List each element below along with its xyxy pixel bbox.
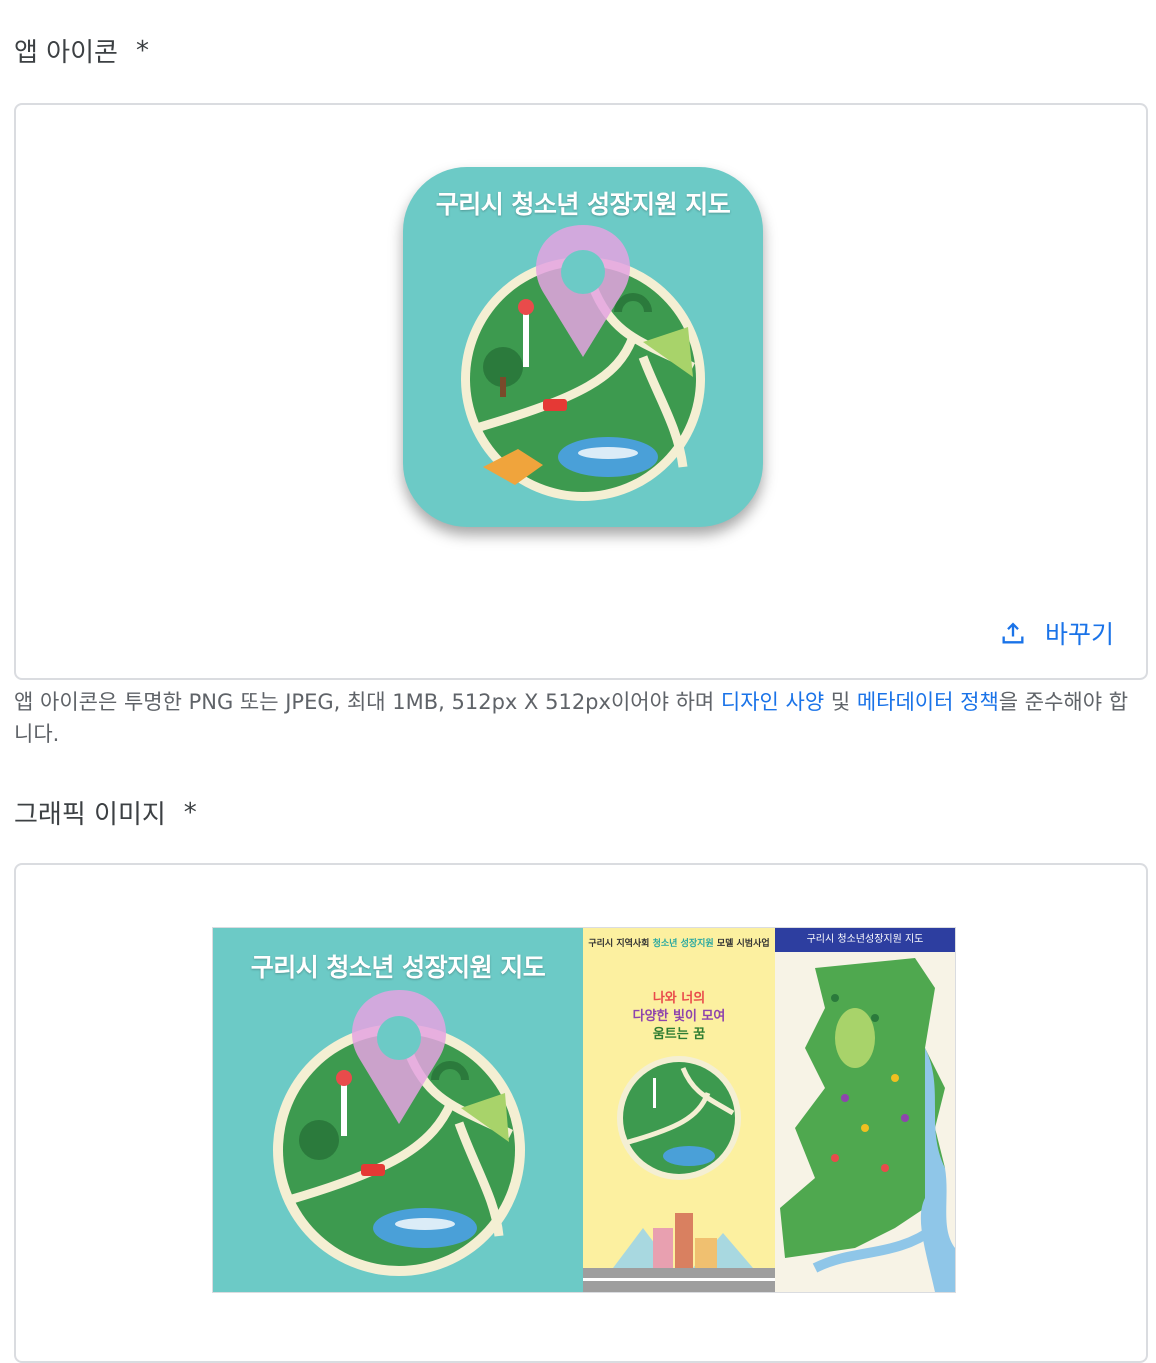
graphic-image-card: 구리시 청소년 성장지원 지도 구리시 지역사회 청소년 성장지원 모델 시범사… [14, 863, 1148, 1363]
required-mark: * [135, 35, 149, 66]
app-icon-helper-text: 앱 아이콘은 투명한 PNG 또는 JPEG, 최대 1MB, 512px X … [14, 686, 1144, 750]
app-icon-card: 구리시 청소년 성장지원 지도 바꾸기 [14, 103, 1148, 680]
helper-text-prefix: 앱 아이콘은 투명한 PNG 또는 JPEG, 최대 1MB, 512px X … [14, 690, 721, 714]
app-icon-label: 앱 아이콘 [14, 38, 118, 68]
replace-button[interactable]: 바꾸기 [999, 615, 1114, 651]
poster-illustration [583, 1056, 775, 1292]
metadata-policy-link[interactable]: 메타데이터 정책 [857, 690, 999, 714]
upload-icon [1002, 622, 1024, 644]
feature-map-illustration [273, 990, 525, 1276]
city-map-illustration [780, 958, 955, 1292]
feature-panel-poster: 구리시 지역사회 청소년 성장지원 모델 시범사업 나와 너의 다양한 빛이 모… [583, 928, 775, 1292]
app-icon-section-title: 앱 아이콘 * [14, 32, 149, 69]
graphic-image-label: 그래픽 이미지 [14, 800, 166, 830]
feature-graphic-image: 구리시 청소년 성장지원 지도 구리시 지역사회 청소년 성장지원 모델 시범사… [212, 927, 956, 1293]
required-mark: * [183, 797, 197, 828]
map-illustration [461, 225, 705, 501]
helper-text-and: 및 [824, 690, 857, 714]
graphic-section-title: 그래픽 이미지 * [14, 794, 197, 831]
design-spec-link[interactable]: 디자인 사양 [721, 690, 824, 714]
feature-panel-city-map: 구리시 청소년성장지원 지도 [775, 928, 955, 1292]
app-icon-image: 구리시 청소년 성장지원 지도 [403, 167, 763, 527]
replace-button-label: 바꾸기 [1044, 620, 1114, 649]
feature-panel-map: 구리시 청소년 성장지원 지도 [213, 928, 583, 1292]
